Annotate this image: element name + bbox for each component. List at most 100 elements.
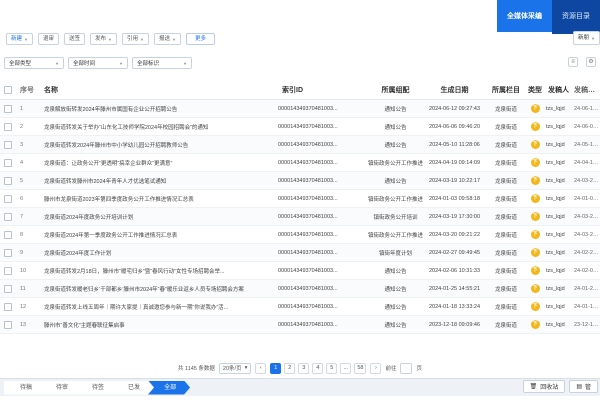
time-filter-select[interactable]: 全部时间 ▼ [68,57,128,69]
row-checkbox[interactable] [4,122,12,131]
table-row[interactable]: 11 龙泉街道转发暖老归乡‘干部都乡’滕州市2024年“春”暖乐业返乡人员专场招聘… [0,280,600,298]
settings-icon[interactable]: ⚙ [586,57,596,67]
row-checkbox[interactable] [4,194,12,203]
manage-button[interactable]: ▤ 管 [569,380,598,393]
header-user[interactable]: 发稿人 [544,85,574,95]
header-gen-date[interactable]: 生成日期 [423,85,486,95]
tab-resource-catalog[interactable]: 资源目录 [552,0,600,34]
new-tool-button[interactable]: 新朋 ▼ [573,31,600,45]
goto-page-input[interactable] [400,362,413,374]
step-2[interactable]: 待签 [76,381,118,395]
row-name-link[interactable]: 龙泉街道转发上线五周年｜期许大家提｜真诚邀您参与新一期“你说我办”活... [40,303,278,311]
table-row[interactable]: 1 龙泉解放街转发2024年滕州市属国有企业公开招聘公告 0000143493704… [0,100,600,118]
goto-label: 前往 [385,366,397,372]
row-gen-date: 2024-03-19 10:22:17 [428,177,481,184]
row-no: 13 [20,321,27,328]
table-header: 序号 名称 索引ID 所属组配 生成日期 所属栏目 类型 发稿人 发稿时间 [0,80,600,100]
row-name-link[interactable]: 滕州市龙泉街道2023年第四季度政务公开工作推进情况汇总表 [40,195,278,203]
row-name-link[interactable]: 龙泉街道2024年度政务公开培训计划 [40,213,278,221]
cite-button[interactable]: 引用 ▼ [122,33,149,45]
row-col2: 龙泉街道 [494,250,517,257]
table-row[interactable]: 3 龙泉街道转发2024年滕州市中小学幼儿园公开招聘教师公告 00001434937… [0,136,600,154]
row-col2: 龙泉街道 [494,286,517,293]
row-name-link[interactable]: 滕州市“善文化”主题春联征集启事 [40,321,278,329]
page-button[interactable]: 2 [284,362,296,374]
type-badge: 下 [530,122,540,131]
row-checkbox[interactable] [4,320,12,329]
header-col2[interactable]: 所属栏目 [486,85,526,95]
row-gen-date: 2024-02-06 10:31:33 [428,267,481,274]
recycle-bin-button[interactable]: 🗑 回收站 [522,380,566,393]
header-time[interactable]: 发稿时间 [574,85,600,95]
type-badge: 下 [530,284,540,293]
page-button[interactable]: 1 [270,362,282,374]
row-time: 24-06-17 09:37 [574,105,600,112]
row-name-link[interactable]: 龙泉街道转发2月18日，滕州市“暖宅归乡”暨“春风行动”女性专场招聘会举... [40,267,278,275]
header-col[interactable]: 所属组配 [368,85,423,95]
table-row[interactable]: 9 龙泉街道2024年度工作计划 000014349370481003... 镇街年度… [0,244,600,262]
table-row[interactable]: 5 龙泉街道转发滕州市2024年青年人才优选笔试通知 000014349370481… [0,172,600,190]
row-name-link[interactable]: 龙泉街道转发关于举办“山东化工技师学院2024年校园招聘会”的通知 [40,123,278,131]
row-name-link[interactable]: 龙泉街道2024年第一季度政务公开工作推进情况汇总表 [40,231,278,239]
row-check-cell [0,302,16,311]
row-checkbox[interactable] [4,302,12,311]
row-checkbox[interactable] [4,230,12,239]
row-name-link[interactable]: 龙泉街道转发2024年滕州市中小学幼儿园公开招聘教师公告 [40,141,278,149]
row-name-link[interactable]: 龙泉街道转发滕州市2024年青年人才优选笔试通知 [40,177,278,185]
approve-button[interactable]: 送签 [64,33,86,45]
row-checkbox[interactable] [4,266,12,275]
page-button[interactable]: 3 [298,362,310,374]
select-all-checkbox[interactable] [4,85,12,94]
list-view-icon[interactable]: ≡ [568,57,578,67]
prev-page-button[interactable]: ‹ [255,362,267,374]
table-row[interactable]: 13 滕州市“善文化”主题春联征集启事 000014349370481003... 通… [0,316,600,334]
table-row[interactable]: 10 龙泉街道转发2月18日，滕州市“暖宅归乡”暨“春风行动”女性专场招聘会举..… [0,262,600,280]
new-button[interactable]: 新建 ▼ [6,33,33,45]
row-name-link[interactable]: 龙泉解放街转发2024年滕州市属国有企业公开招聘公告 [40,105,278,113]
page-button[interactable]: 4 [312,362,324,374]
row-user: tzs_lqjd [546,177,565,184]
row-checkbox[interactable] [4,212,12,221]
row-check-cell [0,212,16,221]
publish-button[interactable]: 发布 ▼ [90,33,117,45]
sendback-button[interactable]: 退审 [37,33,59,45]
row-user: tzs_lqjd [546,267,565,274]
table-row[interactable]: 6 滕州市龙泉街道2023年第四季度政务公开工作推进情况汇总表 0000143493… [0,190,600,208]
mark-filter-select[interactable]: 全部标识 ▼ [132,57,192,69]
table-body: 1 龙泉解放街转发2024年滕州市属国有企业公开招聘公告 0000143493704… [0,100,600,334]
step-3[interactable]: 已发 [112,381,154,395]
row-time: 24-03-20 10:58 [574,213,600,220]
next-page-button[interactable]: › [370,362,382,374]
type-badge: 下 [530,302,540,311]
row-checkbox[interactable] [4,284,12,293]
header-index-id[interactable]: 索引ID [278,85,368,95]
table-row[interactable]: 8 龙泉街道2024年第一季度政务公开工作推进情况汇总表 0000143493704… [0,226,600,244]
row-checkbox[interactable] [4,140,12,149]
row-name-link[interactable]: 龙泉街道转发暖老归乡‘干部都乡’滕州市2024年“春”暖乐业返乡人员专场招聘会方… [40,285,278,293]
table-row[interactable]: 7 龙泉街道2024年度政务公开培训计划 000014349370481003...… [0,208,600,226]
tab-all-media[interactable]: 全媒体采编 [497,0,552,34]
more-button[interactable]: 更多 [185,33,215,45]
row-type-cell: 下 [526,230,544,239]
row-time: 24-03-21 10:22 [574,177,600,184]
report-button[interactable]: 报送 ▼ [153,33,181,45]
row-checkbox[interactable] [4,248,12,257]
header-name[interactable]: 名称 [40,85,278,95]
step-0[interactable]: 待稿 [4,381,46,395]
step-4[interactable]: 全部 [148,381,190,395]
row-checkbox[interactable] [4,176,12,185]
row-name-link[interactable]: 龙泉街道2024年度工作计划 [40,249,278,257]
row-checkbox[interactable] [4,158,12,167]
page-button[interactable]: 5 [326,362,338,374]
row-name-link[interactable]: 龙泉街道：让政务公开“更透明”搞幸企业群众“更满意” [40,159,278,167]
type-filter-select[interactable]: 全部类型 ▼ [4,57,64,69]
page-size-select[interactable]: 20条/页 ▾ [218,362,252,374]
table-row[interactable]: 4 龙泉街道：让政务公开“更透明”搞幸企业群众“更满意” 0000143493704… [0,154,600,172]
page-button[interactable]: 58 [354,362,367,374]
row-check-cell [0,104,16,113]
row-checkbox[interactable] [4,104,12,113]
table-row[interactable]: 2 龙泉街道转发关于举办“山东化工技师学院2024年校园招聘会”的通知 000014… [0,118,600,136]
row-type-cell: 下 [526,176,544,185]
step-1[interactable]: 待审 [40,381,82,395]
table-row[interactable]: 12 龙泉街道转发上线五周年｜期许大家提｜真诚邀您参与新一期“你说我办”活... 0… [0,298,600,316]
